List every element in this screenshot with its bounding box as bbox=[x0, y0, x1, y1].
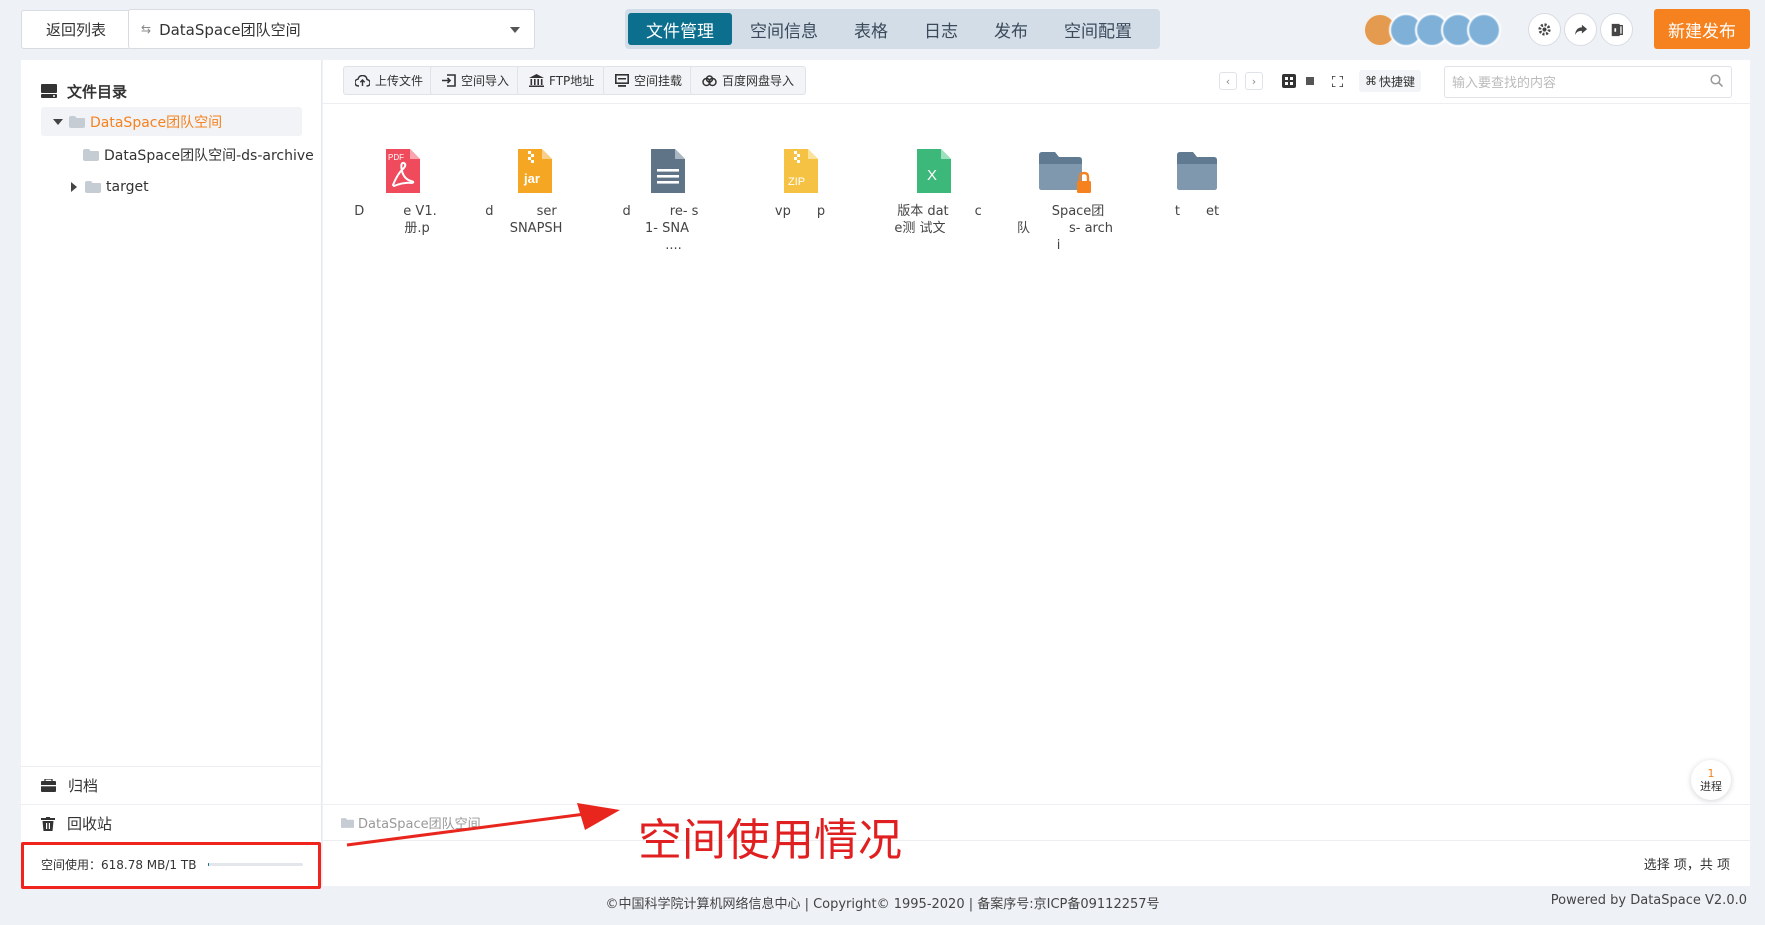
document-file-icon bbox=[651, 149, 685, 193]
monitor-icon bbox=[615, 74, 629, 87]
command-icon: ⌘ bbox=[1365, 74, 1377, 88]
exit-button[interactable] bbox=[1600, 13, 1633, 46]
folder-icon bbox=[1177, 152, 1217, 190]
settings-button[interactable] bbox=[1528, 13, 1561, 46]
recycle-bin-link[interactable]: 回收站 bbox=[21, 804, 322, 842]
tree-node-archive[interactable]: DataSpace团队空间-ds-archive bbox=[83, 140, 314, 169]
svg-text:PDF: PDF bbox=[388, 153, 404, 162]
chevron-down-icon bbox=[510, 27, 520, 33]
zip-file-icon: ZIP bbox=[784, 149, 818, 193]
file-item-excel[interactable]: X 版本 dat ce测 试文 bbox=[878, 147, 988, 254]
file-name: d ser SNAPSH bbox=[485, 204, 583, 236]
tab-tables[interactable]: 表格 bbox=[836, 13, 906, 45]
fullscreen-button[interactable] bbox=[1328, 72, 1346, 90]
share-icon bbox=[1574, 24, 1587, 35]
swap-icon: ⇆ bbox=[141, 22, 152, 36]
server-icon bbox=[529, 74, 544, 87]
search-box bbox=[1444, 66, 1732, 98]
fullscreen-icon bbox=[1331, 75, 1343, 87]
tab-logs[interactable]: 日志 bbox=[906, 13, 976, 45]
gear-icon bbox=[1538, 23, 1551, 36]
chevron-left-icon: ‹ bbox=[1225, 74, 1231, 88]
file-item-zip[interactable]: ZIP vp p bbox=[745, 147, 855, 254]
tab-publish[interactable]: 发布 bbox=[976, 13, 1046, 45]
annotation-highlight-box bbox=[21, 842, 321, 889]
tree-node-root[interactable]: DataSpace团队空间 bbox=[41, 107, 302, 136]
file-name: 版本 dat ce测 试文 bbox=[884, 204, 982, 236]
list-icon bbox=[1306, 77, 1314, 85]
file-name: vp p bbox=[774, 204, 826, 219]
top-bar: 返回列表 ⇆ DataSpace团队空间 文件管理 空间信息 表格 日志 发布 … bbox=[0, 0, 1765, 60]
cloud-drive-icon bbox=[702, 74, 717, 86]
tab-space-info[interactable]: 空间信息 bbox=[732, 13, 836, 45]
excel-file-icon: X bbox=[917, 149, 951, 193]
space-selector-value: DataSpace团队空间 bbox=[159, 20, 301, 39]
grid-icon bbox=[1282, 74, 1296, 88]
progress-count: 1 bbox=[1707, 767, 1715, 780]
main-tabs: 文件管理 空间信息 表格 日志 发布 空间配置 bbox=[625, 9, 1160, 49]
list-view-button[interactable] bbox=[1301, 72, 1319, 90]
file-item-document[interactable]: d re- s 1- SNA .... bbox=[612, 147, 722, 254]
file-item-pdf[interactable]: PDF D e V1. 册.p bbox=[347, 147, 457, 254]
new-publish-button[interactable]: 新建发布 bbox=[1654, 9, 1750, 49]
drive-icon bbox=[41, 84, 57, 98]
shortcut-keys-button[interactable]: ⌘ 快捷键 bbox=[1359, 70, 1422, 92]
baidu-import-button[interactable]: 百度网盘导入 bbox=[690, 66, 807, 95]
grid-view-button[interactable] bbox=[1280, 72, 1298, 90]
folder-icon bbox=[83, 148, 99, 161]
search-icon[interactable] bbox=[1710, 74, 1723, 87]
expand-icon[interactable] bbox=[53, 118, 63, 125]
archive-link[interactable]: 归档 bbox=[21, 766, 322, 804]
sidebar: 文件目录 DataSpace团队空间 DataSpace团队空间-ds-arch… bbox=[21, 60, 322, 886]
exit-icon bbox=[1611, 23, 1623, 36]
tab-space-config[interactable]: 空间配置 bbox=[1046, 13, 1150, 45]
annotation-arrow bbox=[346, 803, 620, 847]
back-nav-button[interactable]: ‹ bbox=[1219, 72, 1237, 90]
forward-nav-button[interactable]: › bbox=[1245, 72, 1263, 90]
file-name: Space团 队 s- archi bbox=[1016, 204, 1113, 253]
tree-node-target[interactable]: target bbox=[71, 172, 149, 201]
annotation-label: 空间使用情况 bbox=[638, 815, 902, 866]
file-item-jar[interactable]: jar d ser SNAPSH bbox=[479, 147, 589, 254]
file-browser: 上传文件 空间导入 FTP地址 空间挂载 百度网盘导入 ‹ › ⌘ 快捷键 输入… bbox=[323, 60, 1750, 886]
svg-text:X: X bbox=[927, 167, 937, 184]
import-icon bbox=[442, 74, 456, 87]
pdf-file-icon: PDF bbox=[386, 149, 420, 193]
chevron-right-icon: › bbox=[1251, 74, 1257, 88]
ftp-address-button[interactable]: FTP地址 bbox=[517, 66, 607, 95]
footer-copyright: ©中国科学院计算机网络信息中心 | Copyright© 1995-2020 |… bbox=[605, 897, 1160, 912]
archive-icon bbox=[41, 778, 56, 792]
selection-status: 选择 项，共 项 bbox=[1643, 858, 1730, 873]
search-input[interactable] bbox=[1452, 74, 1692, 90]
file-name: D e V1. 册.p bbox=[354, 204, 450, 236]
cloud-upload-icon bbox=[355, 74, 370, 87]
file-name: d re- s 1- SNA .... bbox=[619, 204, 715, 253]
svg-text:jar: jar bbox=[523, 171, 540, 186]
share-button[interactable] bbox=[1564, 13, 1597, 46]
avatar[interactable] bbox=[1467, 13, 1501, 47]
file-name: t et bbox=[1174, 204, 1220, 219]
tab-file-management[interactable]: 文件管理 bbox=[628, 13, 732, 45]
space-mount-button[interactable]: 空间挂载 bbox=[603, 66, 695, 95]
jar-file-icon: jar bbox=[518, 149, 552, 193]
file-toolbar: 上传文件 空间导入 FTP地址 空间挂载 百度网盘导入 ‹ › ⌘ 快捷键 输入… bbox=[323, 60, 1750, 104]
progress-label: 进程 bbox=[1700, 780, 1722, 793]
member-avatars[interactable] bbox=[1363, 13, 1501, 47]
space-import-button[interactable]: 空间导入 bbox=[430, 66, 522, 95]
expand-icon[interactable] bbox=[71, 181, 77, 192]
svg-text:ZIP: ZIP bbox=[788, 176, 805, 188]
progress-button[interactable]: 1 进程 bbox=[1691, 760, 1731, 800]
file-directory-title: 文件目录 bbox=[41, 71, 127, 111]
file-item-folder[interactable]: t et bbox=[1142, 147, 1252, 254]
folder-icon bbox=[85, 180, 101, 193]
locked-folder-icon bbox=[1039, 152, 1091, 193]
file-item-locked-folder[interactable]: Space团 队 s- archi bbox=[1010, 147, 1120, 254]
back-to-list-button[interactable]: 返回列表 bbox=[21, 10, 131, 49]
footer-powered-by: Powered by DataSpace V2.0.0 bbox=[1550, 893, 1747, 908]
folder-icon bbox=[69, 115, 85, 128]
upload-file-button[interactable]: 上传文件 bbox=[343, 66, 436, 95]
trash-icon bbox=[41, 816, 55, 831]
space-selector[interactable]: ⇆ DataSpace团队空间 bbox=[128, 9, 535, 49]
